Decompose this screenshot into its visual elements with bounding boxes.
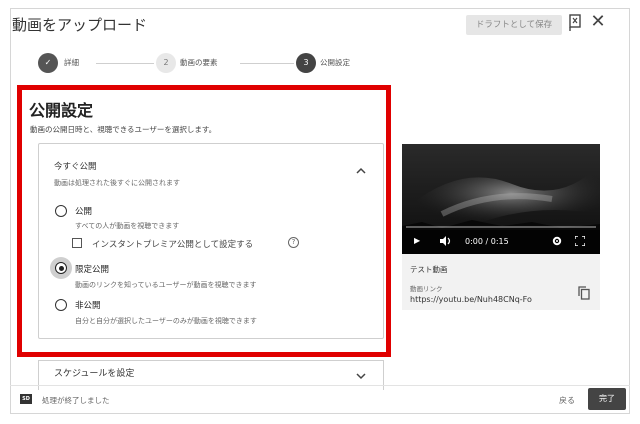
option-unlisted-description: 動画のリンクを知っているユーザーが動画を視聴できます	[75, 281, 257, 289]
radio-unlisted-dot	[58, 265, 64, 271]
visibility-title: 公開設定	[29, 101, 94, 120]
publish-now-title[interactable]: 今すぐ公開	[54, 160, 97, 172]
video-progress-bar[interactable]	[406, 226, 596, 228]
save-draft-button[interactable]: ドラフトとして保存	[466, 15, 562, 35]
premiere-checkbox[interactable]	[72, 238, 82, 248]
stepper-connector	[240, 63, 294, 64]
chevron-down-icon[interactable]	[356, 372, 366, 380]
dialog-title: 動画をアップロード	[12, 16, 148, 34]
fullscreen-icon[interactable]	[575, 236, 585, 246]
volume-icon[interactable]	[440, 236, 452, 246]
video-time: 0:00 / 0:15	[465, 237, 509, 246]
premiere-checkbox-label[interactable]: インスタントプレミア公開として設定する	[92, 238, 253, 250]
processing-status: 処理が終了しました	[42, 396, 110, 405]
video-link-url[interactable]: https://youtu.be/Nuh48CNq-Fo	[410, 295, 532, 304]
done-button[interactable]: 完了	[588, 388, 626, 410]
option-private-description: 自分と自分が選択したユーザーのみが動画を視聴できます	[75, 317, 257, 325]
footer-divider	[10, 385, 630, 386]
publish-now-subtitle: 動画は処理された後すぐに公開されます	[54, 179, 180, 187]
video-link-label: 動画リンク	[410, 285, 443, 293]
schedule-label[interactable]: スケジュールを設定	[54, 366, 134, 379]
back-button[interactable]: 戻る	[559, 395, 575, 406]
step-2-number[interactable]: 2	[156, 53, 176, 73]
alert-flag-icon[interactable]	[568, 14, 582, 32]
step-3-label[interactable]: 公開設定	[320, 57, 350, 68]
chevron-up-icon[interactable]	[356, 166, 366, 176]
step-1-check-icon[interactable]: ✓	[38, 53, 58, 73]
option-private-label[interactable]: 非公開	[75, 299, 101, 311]
sd-quality-icon: SD	[20, 394, 32, 404]
radio-unlisted[interactable]	[50, 257, 72, 279]
radio-public[interactable]	[55, 205, 67, 217]
copy-icon[interactable]	[578, 286, 590, 300]
step-3-number[interactable]: 3	[296, 53, 316, 73]
help-icon[interactable]: ?	[288, 237, 299, 248]
option-public-description: すべての人が動画を視聴できます	[75, 222, 180, 230]
stepper-connector	[96, 63, 154, 64]
option-unlisted-label[interactable]: 限定公開	[75, 263, 109, 275]
video-title: テスト動画	[410, 265, 448, 274]
play-icon[interactable]: ▶	[414, 236, 420, 245]
settings-gear-icon[interactable]	[552, 236, 562, 246]
step-2-label[interactable]: 動画の要素	[180, 57, 218, 68]
visibility-description: 動画の公開日時と、視聴できるユーザーを選択します。	[30, 125, 217, 134]
close-icon[interactable]: ✕	[588, 12, 608, 32]
radio-private[interactable]	[55, 299, 67, 311]
option-public-label[interactable]: 公開	[75, 205, 92, 217]
step-1-label[interactable]: 詳細	[64, 57, 79, 68]
